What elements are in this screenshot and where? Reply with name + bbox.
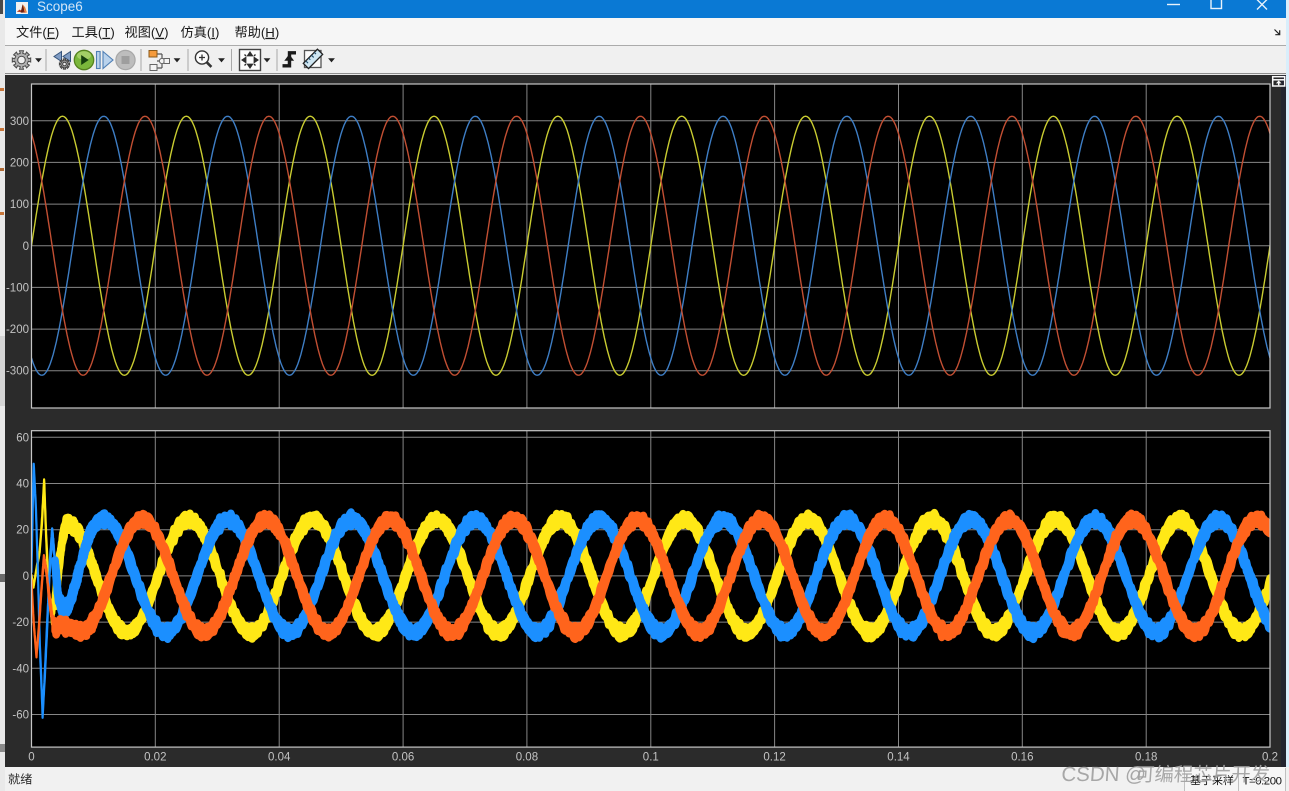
svg-text:T=0.200: T=0.200	[1243, 775, 1282, 787]
svg-text:CSDN @: CSDN @	[1061, 763, 1147, 786]
svg-text:(T): (T)	[98, 25, 115, 40]
svg-text:(I): (I)	[207, 25, 219, 40]
svg-text:(V): (V)	[151, 25, 169, 40]
svg-text:(F): (F)	[42, 25, 59, 40]
svg-text:(H): (H)	[261, 25, 279, 40]
